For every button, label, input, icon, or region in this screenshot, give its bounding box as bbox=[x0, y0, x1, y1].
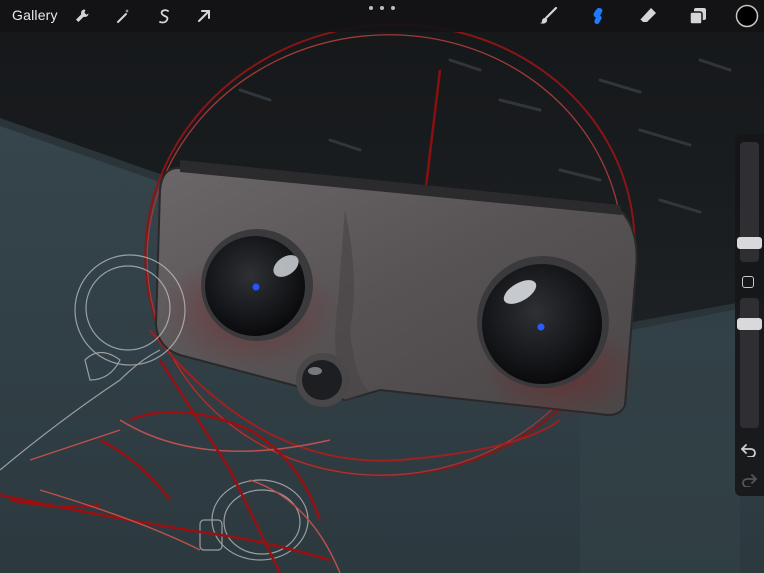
brush-size-slider[interactable] bbox=[737, 237, 762, 249]
redo-icon[interactable] bbox=[737, 470, 761, 490]
smudge-icon[interactable] bbox=[586, 4, 610, 28]
magic-wand-icon[interactable] bbox=[111, 4, 135, 28]
opacity-slider[interactable] bbox=[737, 318, 762, 330]
undo-icon[interactable] bbox=[737, 440, 761, 460]
top-toolbar: Gallery bbox=[0, 0, 764, 32]
eraser-icon[interactable] bbox=[636, 4, 660, 28]
selection-icon[interactable] bbox=[152, 4, 176, 28]
more-options-icon[interactable] bbox=[369, 2, 395, 14]
modify-button[interactable] bbox=[742, 276, 754, 288]
drawing-canvas[interactable] bbox=[0, 0, 764, 573]
brush-icon[interactable] bbox=[536, 4, 560, 28]
layers-icon[interactable] bbox=[686, 4, 710, 28]
color-swatch[interactable] bbox=[734, 3, 760, 29]
transform-arrow-icon[interactable] bbox=[192, 4, 216, 28]
wrench-icon[interactable] bbox=[70, 4, 94, 28]
gallery-button[interactable]: Gallery bbox=[12, 7, 58, 23]
